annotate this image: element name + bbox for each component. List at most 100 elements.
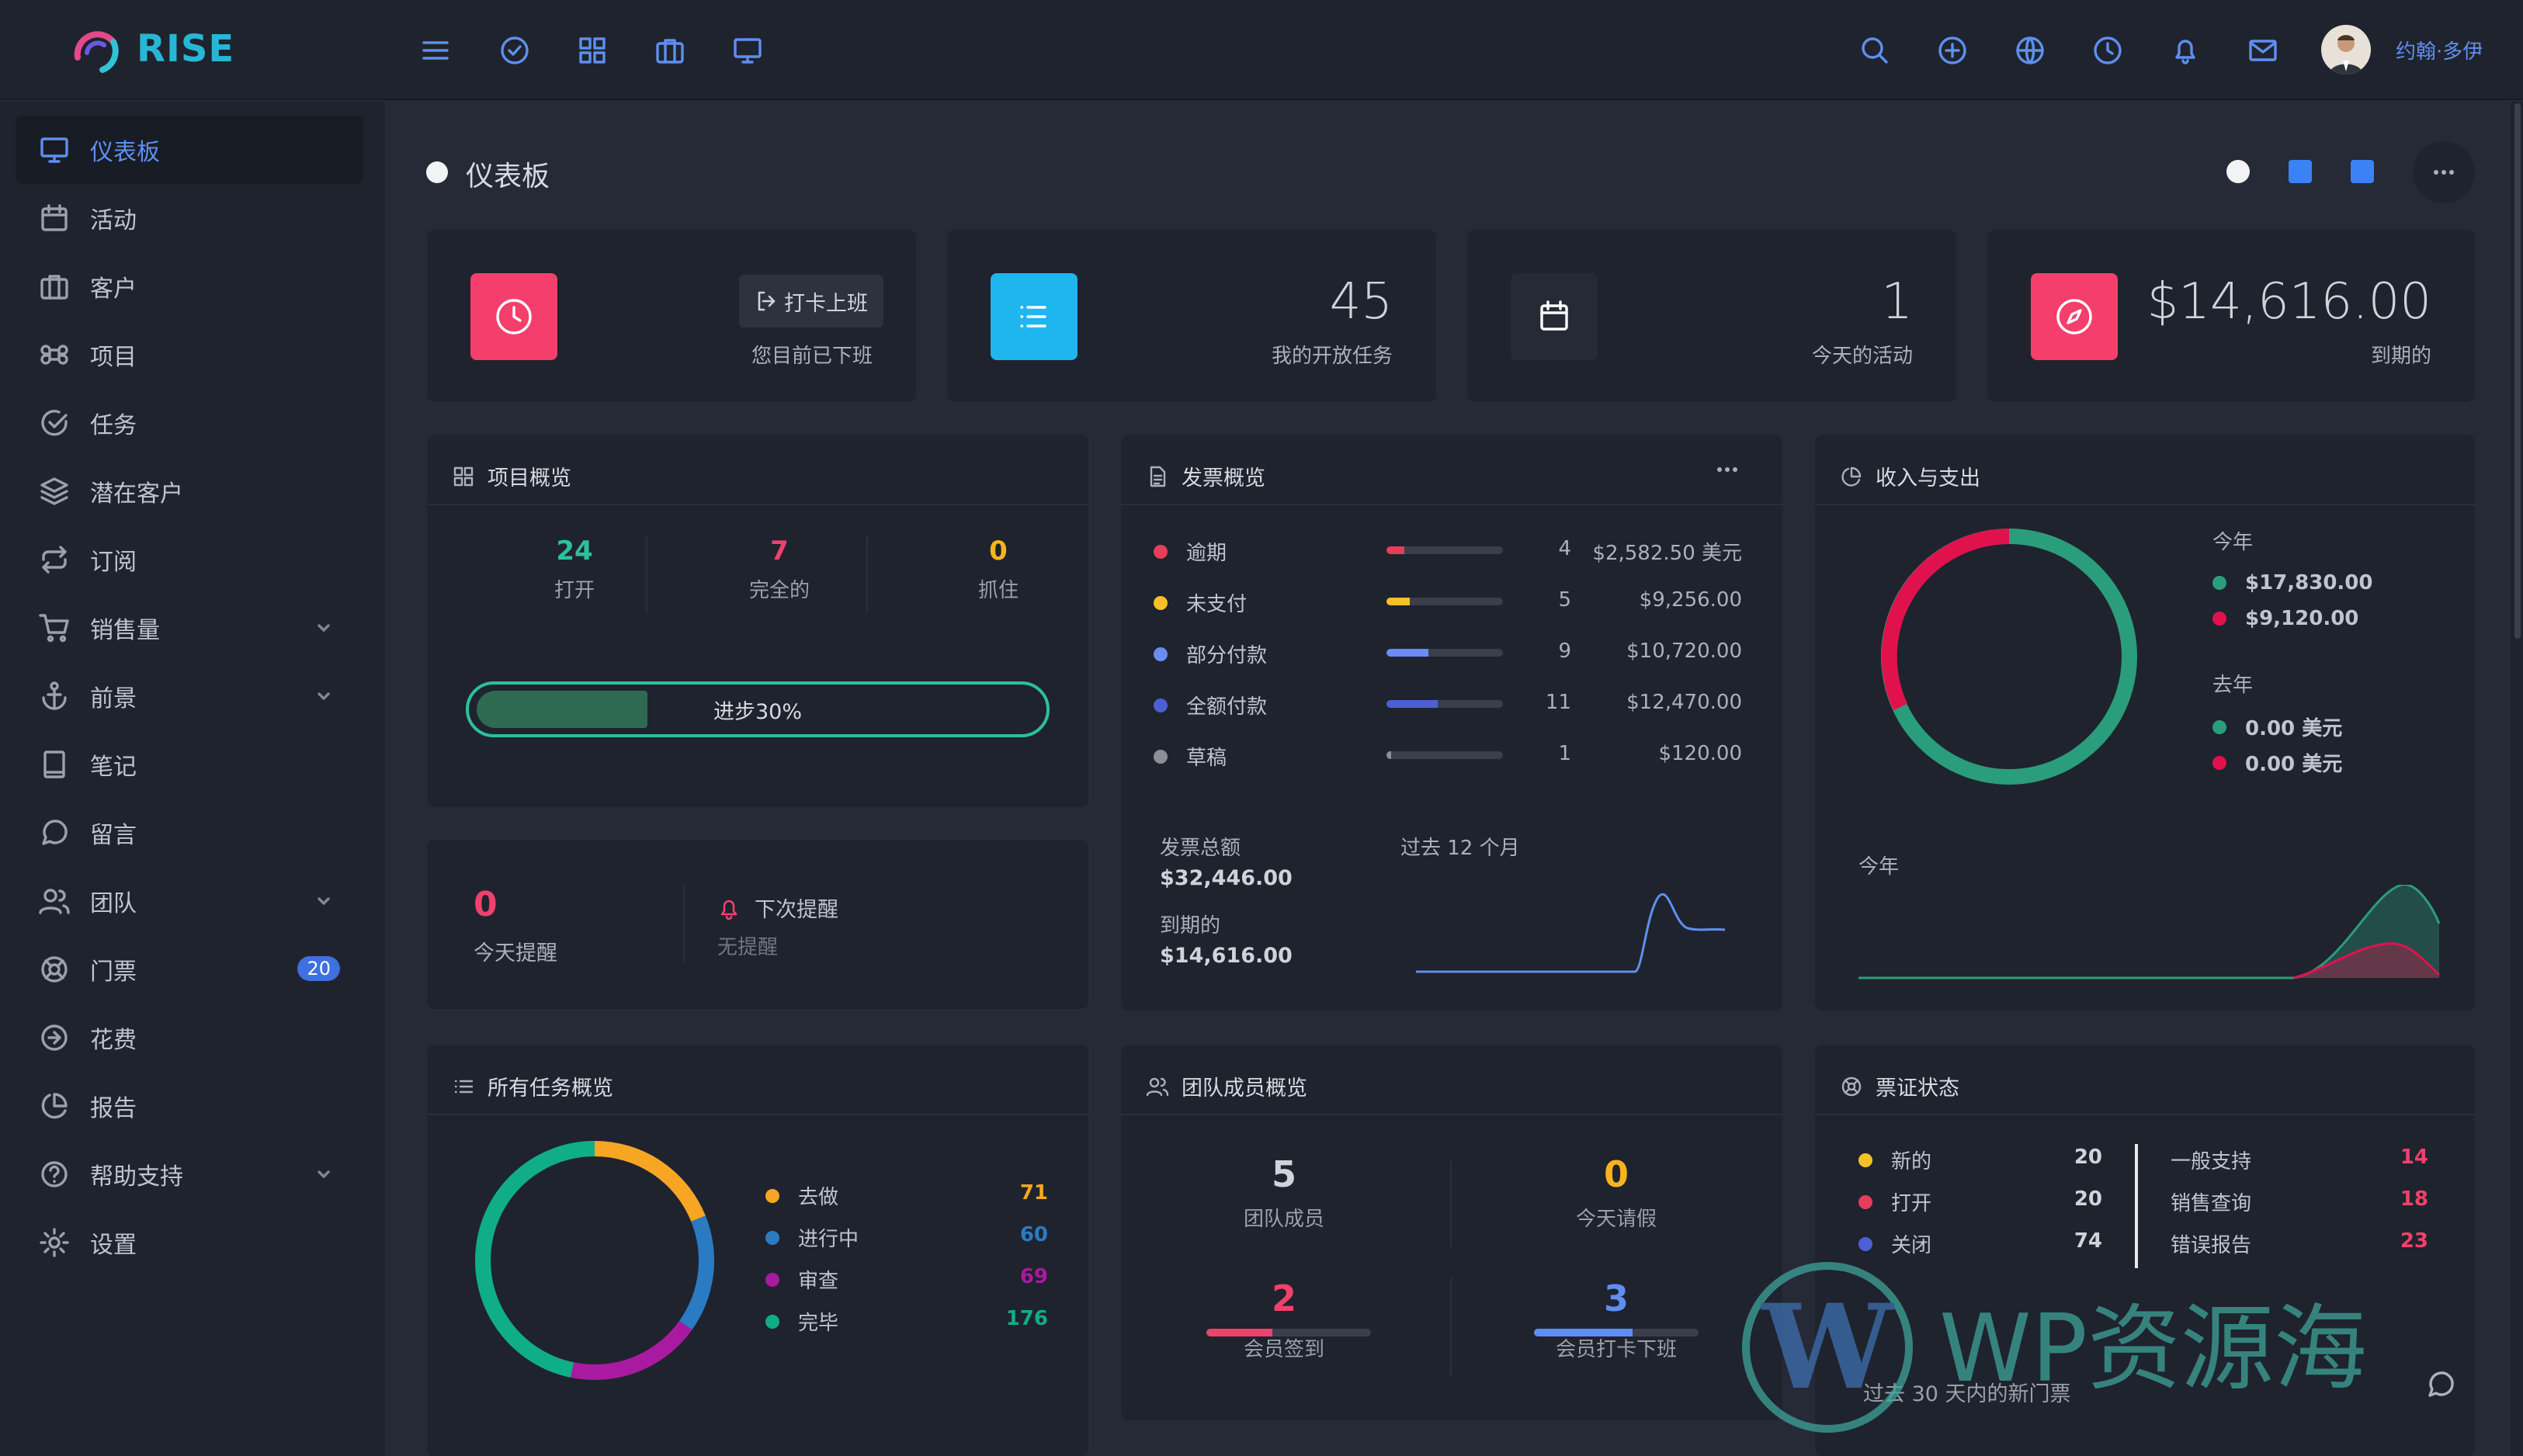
chevron-down-icon bbox=[318, 897, 330, 905]
invoice-status-label: 未支付 bbox=[1186, 593, 1248, 616]
invoice-row[interactable]: 全额付款 11 $12,470.00 bbox=[1121, 688, 1782, 719]
users-icon bbox=[39, 889, 70, 914]
task-legend-row[interactable]: 审查 69 bbox=[427, 1265, 1088, 1296]
sidebar-item-leads[interactable]: 潜在客户 bbox=[16, 457, 363, 525]
user-name[interactable]: 约翰·多伊 bbox=[2396, 36, 2483, 64]
team-signed-in[interactable]: 2 会员签到 bbox=[1168, 1277, 1400, 1362]
card-title-text: 收入与支出 bbox=[1876, 466, 1980, 491]
clock-in-button[interactable]: 打卡上班 bbox=[739, 275, 883, 328]
task-status-value: 69 bbox=[1019, 1265, 1048, 1288]
invoice-row[interactable]: 草稿 1 $120.00 bbox=[1121, 739, 1782, 770]
sidebar-item-team[interactable]: 团队 bbox=[16, 867, 363, 935]
invoice-row[interactable]: 未支付 5 $9,256.00 bbox=[1121, 585, 1782, 616]
sidebar-item-subscriptions[interactable]: 订阅 bbox=[16, 525, 363, 594]
anchor-icon bbox=[42, 681, 67, 710]
invoice-amount: $9,256.00 bbox=[1639, 588, 1742, 612]
invoice-bar bbox=[1386, 546, 1503, 554]
sidebar-item-label: 潜在客户 bbox=[90, 480, 183, 508]
task-legend-row[interactable]: 去做 71 bbox=[427, 1181, 1088, 1212]
more-horizontal-icon[interactable] bbox=[1716, 466, 1739, 473]
this-year-expense: $9,120.00 bbox=[2212, 607, 2358, 630]
ticket-type-row[interactable]: 销售查询 18 bbox=[1815, 1187, 2475, 1219]
briefcase-icon bbox=[40, 275, 68, 300]
sidebar-item-dashboard[interactable]: 仪表板 bbox=[16, 116, 363, 184]
events-card[interactable]: 1 今天的活动 bbox=[1467, 230, 1956, 402]
message-icon[interactable] bbox=[2425, 1369, 2456, 1400]
layers-icon bbox=[40, 477, 68, 505]
list-icon bbox=[991, 273, 1078, 360]
projects-open[interactable]: 24 打开 bbox=[466, 536, 683, 603]
menu-icon[interactable] bbox=[418, 33, 453, 68]
next-reminder-value: 无提醒 bbox=[717, 936, 779, 959]
sidebar-item-reports[interactable]: 报告 bbox=[16, 1072, 363, 1140]
sidebar-item-prospects[interactable]: 前景 bbox=[16, 662, 363, 730]
legend-dot bbox=[1154, 595, 1168, 610]
ticket-type-value: 23 bbox=[2400, 1229, 2428, 1253]
pie-chart-icon bbox=[1841, 466, 1862, 487]
ticket-type-row[interactable]: 一般支持 14 bbox=[1815, 1146, 2475, 1177]
title-dot bbox=[426, 161, 448, 183]
reminders-today-value: 0 bbox=[474, 885, 498, 924]
task-legend-row[interactable]: 完毕 176 bbox=[427, 1307, 1088, 1338]
sidebar-item-label: 团队 bbox=[90, 890, 137, 917]
sidebar-item-help[interactable]: 帮助支持 bbox=[16, 1140, 363, 1208]
clock-icon[interactable] bbox=[2090, 33, 2126, 68]
due-card[interactable]: $14,616.00 到期的 bbox=[1987, 230, 2475, 402]
sidebar-item-clients[interactable]: 客户 bbox=[16, 252, 363, 321]
divider bbox=[1450, 1277, 1452, 1375]
invoice-row[interactable]: 部分付款 9 $10,720.00 bbox=[1121, 636, 1782, 667]
repeat-icon bbox=[42, 546, 67, 574]
task-status: 审查 bbox=[765, 1265, 838, 1294]
events-value: 1 bbox=[1881, 273, 1913, 331]
projects-completed[interactable]: 7 完全的 bbox=[671, 536, 888, 603]
team-on-leave[interactable]: 0 今天请假 bbox=[1500, 1153, 1733, 1232]
more-options-button[interactable] bbox=[2413, 141, 2475, 203]
mail-icon[interactable] bbox=[2245, 33, 2281, 68]
brand-logo[interactable]: RISE bbox=[68, 22, 234, 76]
check-circle-icon[interactable] bbox=[497, 33, 533, 68]
search-icon[interactable] bbox=[1857, 33, 1893, 68]
sidebar-item-projects[interactable]: 项目 bbox=[16, 321, 363, 389]
open-tasks-card[interactable]: 45 我的开放任务 bbox=[947, 230, 1436, 402]
sidebar-item-events[interactable]: 活动 bbox=[16, 184, 363, 252]
sidebar-item-tickets[interactable]: 门票 20 bbox=[16, 935, 363, 1004]
invoice-row[interactable]: 逾期 4 $2,582.50 美元 bbox=[1121, 534, 1782, 565]
grid-icon[interactable] bbox=[574, 33, 610, 68]
sidebar-item-tasks[interactable]: 任务 bbox=[16, 389, 363, 457]
bell-icon[interactable] bbox=[2167, 33, 2203, 68]
divider bbox=[1121, 1114, 1782, 1115]
log-out-icon bbox=[758, 291, 776, 311]
sidebar-item-sales[interactable]: 销售量 bbox=[16, 594, 363, 662]
invoice-status: 草稿 bbox=[1154, 742, 1227, 771]
divider bbox=[683, 885, 685, 962]
briefcase-icon[interactable] bbox=[652, 33, 688, 68]
team-clocked-out[interactable]: 3 会员打卡下班 bbox=[1500, 1277, 1733, 1362]
ticket-type-row[interactable]: 错误报告 23 bbox=[1815, 1229, 2475, 1260]
sidebar-item-expenses[interactable]: 花费 bbox=[16, 1004, 363, 1072]
sidebar-item-notes[interactable]: 笔记 bbox=[16, 730, 363, 799]
projects-open-label: 打开 bbox=[554, 579, 595, 602]
clockout-bar bbox=[1534, 1329, 1699, 1336]
invoice-status-label: 逾期 bbox=[1186, 542, 1227, 565]
next-reminder[interactable]: 下次提醒 bbox=[716, 893, 838, 923]
projects-overview-card: 项目概览 24 打开 7 完全的 0 抓住 进步30% bbox=[427, 435, 1088, 807]
scrollbar-thumb[interactable] bbox=[2514, 103, 2521, 639]
monitor-icon[interactable] bbox=[730, 33, 765, 68]
sidebar-item-label: 花费 bbox=[90, 1027, 137, 1054]
sidebar-item-label: 留言 bbox=[90, 822, 137, 849]
legend-dot bbox=[765, 1272, 779, 1287]
sidebar-item-messages[interactable]: 留言 bbox=[16, 799, 363, 867]
invoice-bar bbox=[1386, 751, 1503, 759]
theme-white-option[interactable] bbox=[2226, 160, 2250, 183]
theme-blue-option[interactable] bbox=[2289, 160, 2312, 183]
invoice-amount: $12,470.00 bbox=[1626, 691, 1742, 714]
projects-hold[interactable]: 0 抓住 bbox=[890, 536, 1107, 603]
task-legend-row[interactable]: 进行中 60 bbox=[427, 1223, 1088, 1254]
globe-icon[interactable] bbox=[2012, 33, 2048, 68]
last-year-income-value: 0.00 美元 bbox=[2245, 717, 2343, 740]
theme-blue-option-2[interactable] bbox=[2351, 160, 2374, 183]
sidebar-item-settings[interactable]: 设置 bbox=[16, 1208, 363, 1277]
user-avatar[interactable] bbox=[2321, 25, 2371, 75]
plus-circle-icon[interactable] bbox=[1935, 33, 1970, 68]
team-members[interactable]: 5 团队成员 bbox=[1168, 1153, 1400, 1232]
